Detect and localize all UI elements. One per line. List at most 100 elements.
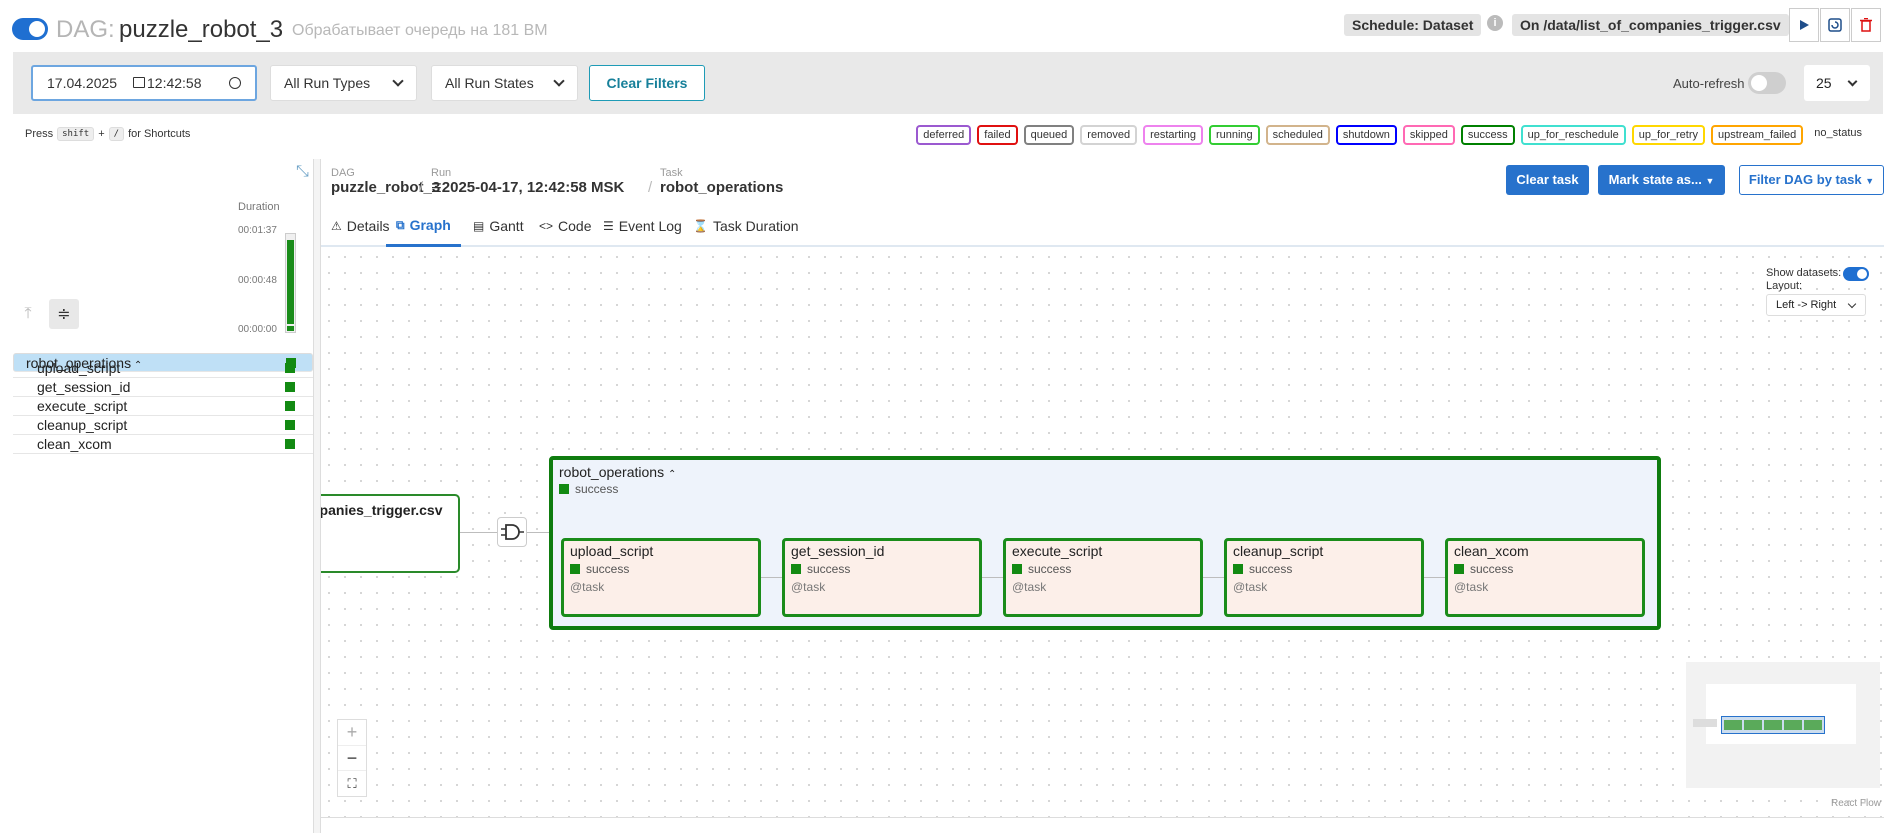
chevron-down-icon bbox=[1847, 76, 1858, 87]
fit-view-button[interactable]: ⛶ bbox=[338, 770, 366, 795]
legend-skipped[interactable]: skipped bbox=[1402, 125, 1455, 145]
task-group-name: robot_operations bbox=[559, 464, 665, 480]
task-instance-cell[interactable] bbox=[285, 401, 295, 411]
legend-scheduled[interactable]: scheduled bbox=[1265, 125, 1330, 145]
panel-resize-handle[interactable] bbox=[313, 159, 321, 833]
base-date-input[interactable]: 17.04.2025 12:42:58 bbox=[31, 65, 257, 101]
breadcrumb-task[interactable]: robot_operations bbox=[660, 179, 783, 196]
task-row[interactable]: get_session_id bbox=[13, 378, 313, 397]
zoom-out-button[interactable]: − bbox=[338, 745, 366, 770]
task-node-status: success bbox=[791, 562, 850, 576]
task-row[interactable]: clean_xcom bbox=[13, 435, 313, 454]
task-node-status-text: success bbox=[807, 562, 851, 576]
trigger-dag-button[interactable] bbox=[1789, 8, 1819, 42]
calendar-icon[interactable] bbox=[133, 77, 145, 88]
tab-task-duration[interactable]: ⌛ Task Duration bbox=[693, 205, 799, 247]
task-row-label: cleanup_script bbox=[37, 417, 128, 433]
tab-graph[interactable]: ⧉ Graph bbox=[386, 205, 461, 247]
minimap[interactable] bbox=[1686, 662, 1880, 788]
layout-select[interactable]: Left -> Right bbox=[1766, 294, 1866, 316]
tab-code-icon: <> bbox=[539, 219, 554, 233]
breadcrumb-dag[interactable]: puzzle_robot_3 bbox=[331, 179, 440, 196]
dag-pause-toggle[interactable] bbox=[12, 18, 48, 40]
task-instance-cell[interactable] bbox=[285, 439, 295, 449]
dataset-trigger-badge[interactable]: On /data/list_of_companies_trigger.csv bbox=[1512, 14, 1789, 36]
tab-label: Task Duration bbox=[712, 218, 799, 234]
task-node[interactable]: upload_script success @task bbox=[561, 538, 761, 617]
breadcrumb-dag-label: DAG bbox=[331, 167, 355, 179]
tab-bar: ⚠ Details ⧉ Graph ▤ Gantt <> Code ☰ Event Log ⌛ Tas… bbox=[321, 205, 1884, 247]
legend-shutdown[interactable]: shutdown bbox=[1335, 125, 1397, 145]
task-node-operator: @task bbox=[1233, 580, 1268, 594]
run-state-select[interactable]: All Run States bbox=[431, 65, 578, 101]
collapse-all-button[interactable]: ≑ bbox=[49, 299, 79, 329]
legend-running[interactable]: running bbox=[1208, 125, 1260, 145]
tab-graph-icon: ⧉ bbox=[396, 217, 405, 232]
task-node[interactable]: get_session_id success @task bbox=[782, 538, 982, 617]
graph-edge bbox=[1424, 577, 1445, 578]
legend-restarting[interactable]: restarting bbox=[1143, 125, 1203, 145]
task-instance-cell[interactable] bbox=[285, 420, 295, 430]
task-node[interactable]: cleanup_script success @task bbox=[1224, 538, 1424, 617]
filter-dag-button[interactable]: Filter DAG by task ▼ bbox=[1739, 165, 1884, 195]
run-duration-fill bbox=[287, 240, 294, 324]
tab-label: Details bbox=[346, 218, 390, 234]
layout-value: Left -> Right bbox=[1776, 299, 1837, 311]
task-row[interactable]: execute_script bbox=[13, 397, 313, 416]
task-row-label: get_session_id bbox=[37, 379, 131, 395]
tab-gantt-icon: ▤ bbox=[473, 219, 485, 233]
task-instance-cell[interactable] bbox=[285, 363, 295, 373]
legend-removed[interactable]: removed bbox=[1080, 125, 1138, 145]
task-row[interactable]: cleanup_script bbox=[13, 416, 313, 435]
zoom-in-button[interactable]: + bbox=[338, 720, 366, 745]
clear-task-button[interactable]: Clear task bbox=[1506, 165, 1589, 195]
show-datasets-toggle[interactable] bbox=[1843, 267, 1869, 281]
legend-upstream-failed[interactable]: upstream_failed bbox=[1711, 125, 1804, 145]
legend-deferred[interactable]: deferred bbox=[916, 125, 972, 145]
legend-no-status[interactable]: no_status bbox=[1809, 125, 1867, 145]
breadcrumb-run[interactable]: ☰2025-04-17, 12:42:58 MSK bbox=[431, 179, 624, 196]
task-group-node[interactable]: robot_operations ⌃ success upload_script… bbox=[549, 456, 1661, 630]
dataset-node[interactable]: npanies_trigger.csv bbox=[321, 494, 460, 573]
task-row-name: clean_xcom bbox=[37, 435, 112, 454]
expand-all-button[interactable]: ⤒ bbox=[13, 299, 43, 329]
tab-code[interactable]: <> Code bbox=[539, 205, 591, 247]
dag-name: puzzle_robot_3 bbox=[119, 16, 284, 43]
reparse-dag-button[interactable] bbox=[1820, 8, 1850, 42]
legend-up-for-retry[interactable]: up_for_retry bbox=[1631, 125, 1706, 145]
dag-description: Обрабатывает очередь на 181 ВМ bbox=[292, 22, 548, 39]
task-row[interactable]: upload_script bbox=[13, 359, 313, 378]
tab-details[interactable]: ⚠ Details bbox=[331, 205, 390, 247]
task-node[interactable]: execute_script success @task bbox=[1003, 538, 1203, 617]
tab-event-log[interactable]: ☰ Event Log bbox=[603, 205, 682, 247]
legend-up-for-reschedule[interactable]: up_for_reschedule bbox=[1520, 125, 1626, 145]
react-flow-attribution[interactable]: React Flow bbox=[1831, 798, 1881, 809]
legend-queued[interactable]: queued bbox=[1023, 125, 1075, 145]
info-icon[interactable]: i bbox=[1487, 15, 1503, 31]
minimap-dataset bbox=[1693, 719, 1717, 727]
clear-filters-button[interactable]: Clear Filters bbox=[589, 65, 705, 101]
mark-state-button[interactable]: Mark state as... ▼ bbox=[1598, 165, 1725, 195]
clock-icon[interactable] bbox=[229, 77, 241, 89]
chevron-up-icon[interactable]: ⌃ bbox=[668, 469, 676, 480]
minimap-task bbox=[1764, 720, 1782, 730]
legend-failed[interactable]: failed bbox=[977, 125, 1018, 145]
auto-refresh-toggle[interactable] bbox=[1748, 72, 1786, 94]
task-group-status: success bbox=[559, 482, 618, 496]
run-type-select[interactable]: All Run Types bbox=[270, 65, 417, 101]
tab-gantt[interactable]: ▤ Gantt bbox=[473, 205, 524, 247]
task-instance-cell[interactable] bbox=[285, 382, 295, 392]
run-duration-tip bbox=[287, 326, 294, 331]
graph-canvas[interactable]: Show datasets: Layout: Left -> Right npa… bbox=[321, 249, 1884, 817]
minimap-task bbox=[1744, 720, 1762, 730]
task-node[interactable]: clean_xcom success @task bbox=[1445, 538, 1645, 617]
delete-dag-button[interactable] bbox=[1851, 8, 1881, 42]
and-gate-node[interactable] bbox=[497, 517, 527, 547]
collapse-icon[interactable]: ⤡ bbox=[296, 163, 309, 181]
graph-edge bbox=[1203, 577, 1224, 578]
legend-success[interactable]: success bbox=[1460, 125, 1515, 145]
run-duration-bar[interactable] bbox=[285, 233, 296, 333]
duration-label: Duration bbox=[238, 201, 280, 213]
slash-key: / bbox=[108, 127, 125, 141]
num-runs-select[interactable]: 25 bbox=[1804, 65, 1870, 101]
